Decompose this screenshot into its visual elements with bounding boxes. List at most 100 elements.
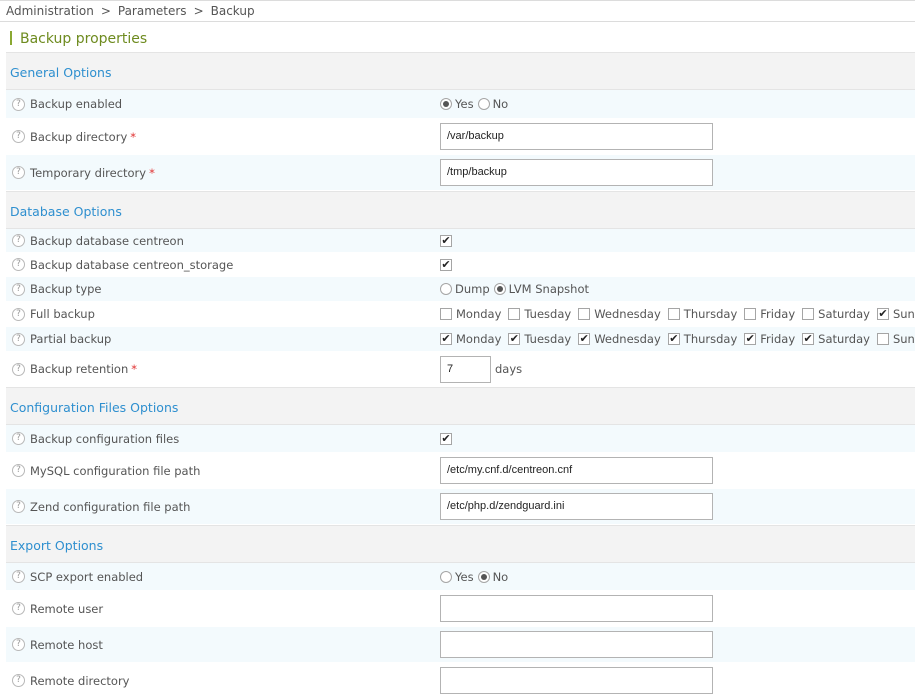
breadcrumb-backup[interactable]: Backup (211, 4, 255, 18)
breadcrumb: Administration>Parameters>Backup (0, 0, 915, 22)
help-icon[interactable]: ? (12, 464, 25, 477)
full-backup-sunday-checkbox[interactable]: ✔ (877, 308, 889, 320)
remote-user-input[interactable] (440, 595, 713, 622)
field-label: Backup database centreon (30, 234, 184, 248)
help-icon[interactable]: ? (12, 308, 25, 321)
backup-enabled-no-radio[interactable] (478, 98, 490, 110)
field-label: Zend configuration file path (30, 500, 190, 514)
radio-label: No (493, 97, 509, 111)
day-label: Friday (760, 332, 795, 346)
backup-retention-input[interactable]: 7 (440, 356, 491, 383)
help-icon[interactable]: ? (12, 363, 25, 376)
section-title: Export Options (10, 538, 103, 553)
row-backup-retention: ?Backup retention* 7days (6, 352, 915, 387)
mysql-conf-path-input[interactable]: /etc/my.cnf.d/centreon.cnf (440, 457, 713, 484)
zend-conf-path-input[interactable]: /etc/php.d/zendguard.ini (440, 493, 713, 520)
field-label: MySQL configuration file path (30, 464, 200, 478)
row-backup-db-centreon: ? Backup database centreon ✔ (6, 229, 915, 253)
day-label: Tuesday (524, 332, 571, 346)
help-icon[interactable]: ? (12, 130, 25, 143)
section-config-files-options: Configuration Files Options (6, 387, 915, 425)
day-label: Wednesday (594, 307, 661, 321)
row-backup-directory: ?Backup directory* /var/backup (6, 119, 915, 155)
partial-backup-thursday-checkbox[interactable]: ✔ (668, 333, 680, 345)
full-backup-monday-checkbox[interactable] (440, 308, 452, 320)
field-label: Backup database centreon_storage (30, 258, 233, 272)
page-title-text: Backup properties (20, 31, 147, 47)
field-label: SCP export enabled (30, 570, 143, 584)
radio-label: No (493, 570, 509, 584)
required-mark: * (131, 362, 137, 376)
help-icon[interactable]: ? (12, 166, 25, 179)
day-label: Sunday (893, 307, 915, 321)
row-backup-enabled: ?Backup enabled Yes No (6, 90, 915, 119)
scp-export-no-radio[interactable] (478, 571, 490, 583)
breadcrumb-administration[interactable]: Administration (6, 4, 94, 18)
help-icon[interactable]: ? (12, 570, 25, 583)
partial-backup-friday-checkbox[interactable]: ✔ (744, 333, 756, 345)
backup-enabled-yes-radio[interactable] (440, 98, 452, 110)
row-backup-type: ?Backup type Dump LVM Snapshot (6, 277, 915, 302)
row-remote-user: ? Remote user (6, 591, 915, 627)
row-backup-db-storage: ? Backup database centreon_storage ✔ (6, 253, 915, 277)
field-label: Partial backup (30, 332, 111, 346)
backup-type-lvm-radio[interactable] (494, 283, 506, 295)
row-remote-host: ? Remote host (6, 627, 915, 663)
section-title: General Options (10, 65, 111, 80)
temporary-directory-input[interactable]: /tmp/backup (440, 159, 713, 186)
row-mysql-conf-path: ? MySQL configuration file path /etc/my.c… (6, 453, 915, 489)
full-backup-wednesday-checkbox[interactable] (578, 308, 590, 320)
help-icon[interactable]: ? (12, 500, 25, 513)
backup-type-dump-radio[interactable] (440, 283, 452, 295)
section-title: Configuration Files Options (10, 400, 178, 415)
backup-db-storage-checkbox[interactable]: ✔ (440, 259, 452, 271)
retention-unit: days (495, 362, 522, 376)
remote-directory-input[interactable] (440, 667, 713, 694)
full-backup-friday-checkbox[interactable] (744, 308, 756, 320)
help-icon[interactable]: ? (12, 98, 25, 111)
section-export-options: Export Options (6, 525, 915, 563)
day-label: Tuesday (524, 307, 571, 321)
field-label: Remote host (30, 638, 103, 652)
section-title: Database Options (10, 204, 122, 219)
help-icon[interactable]: ? (12, 333, 25, 346)
day-label: Thursday (684, 332, 737, 346)
day-label: Saturday (818, 332, 870, 346)
day-label: Monday (456, 307, 501, 321)
help-icon[interactable]: ? (12, 674, 25, 687)
field-label: Remote user (30, 602, 103, 616)
full-backup-saturday-checkbox[interactable] (802, 308, 814, 320)
backup-db-centreon-checkbox[interactable]: ✔ (440, 235, 452, 247)
partial-backup-sunday-checkbox[interactable] (877, 333, 889, 345)
help-icon[interactable]: ? (12, 283, 25, 296)
backup-directory-input[interactable]: /var/backup (440, 123, 713, 150)
row-partial-backup: ?Partial backup ✔Monday✔Tuesday✔Wednesda… (6, 327, 915, 352)
full-backup-thursday-checkbox[interactable] (668, 308, 680, 320)
partial-backup-saturday-checkbox[interactable]: ✔ (802, 333, 814, 345)
help-icon[interactable]: ? (12, 258, 25, 271)
remote-host-input[interactable] (440, 631, 713, 658)
partial-backup-wednesday-checkbox[interactable]: ✔ (578, 333, 590, 345)
radio-label: Dump (455, 282, 490, 296)
breadcrumb-parameters[interactable]: Parameters (118, 4, 187, 18)
required-mark: * (130, 130, 136, 144)
backup-config-files-checkbox[interactable]: ✔ (440, 433, 452, 445)
partial-backup-tuesday-checkbox[interactable]: ✔ (508, 333, 520, 345)
help-icon[interactable]: ? (12, 638, 25, 651)
partial-backup-days: ✔Monday✔Tuesday✔Wednesday✔Thursday✔Frida… (440, 327, 915, 351)
help-icon[interactable]: ? (12, 234, 25, 247)
page-title: Backup properties (10, 29, 147, 51)
help-icon[interactable]: ? (12, 602, 25, 615)
scp-export-yes-radio[interactable] (440, 571, 452, 583)
partial-backup-monday-checkbox[interactable]: ✔ (440, 333, 452, 345)
field-label: Backup configuration files (30, 432, 179, 446)
day-label: Friday (760, 307, 795, 321)
field-label: Backup enabled (30, 97, 122, 111)
full-backup-tuesday-checkbox[interactable] (508, 308, 520, 320)
day-label: Wednesday (594, 332, 661, 346)
row-temporary-directory: ?Temporary directory* /tmp/backup (6, 155, 915, 191)
field-label: Full backup (30, 307, 95, 321)
backup-form: General Options ?Backup enabled Yes No ?… (6, 52, 915, 699)
required-mark: * (149, 166, 155, 180)
help-icon[interactable]: ? (12, 432, 25, 445)
